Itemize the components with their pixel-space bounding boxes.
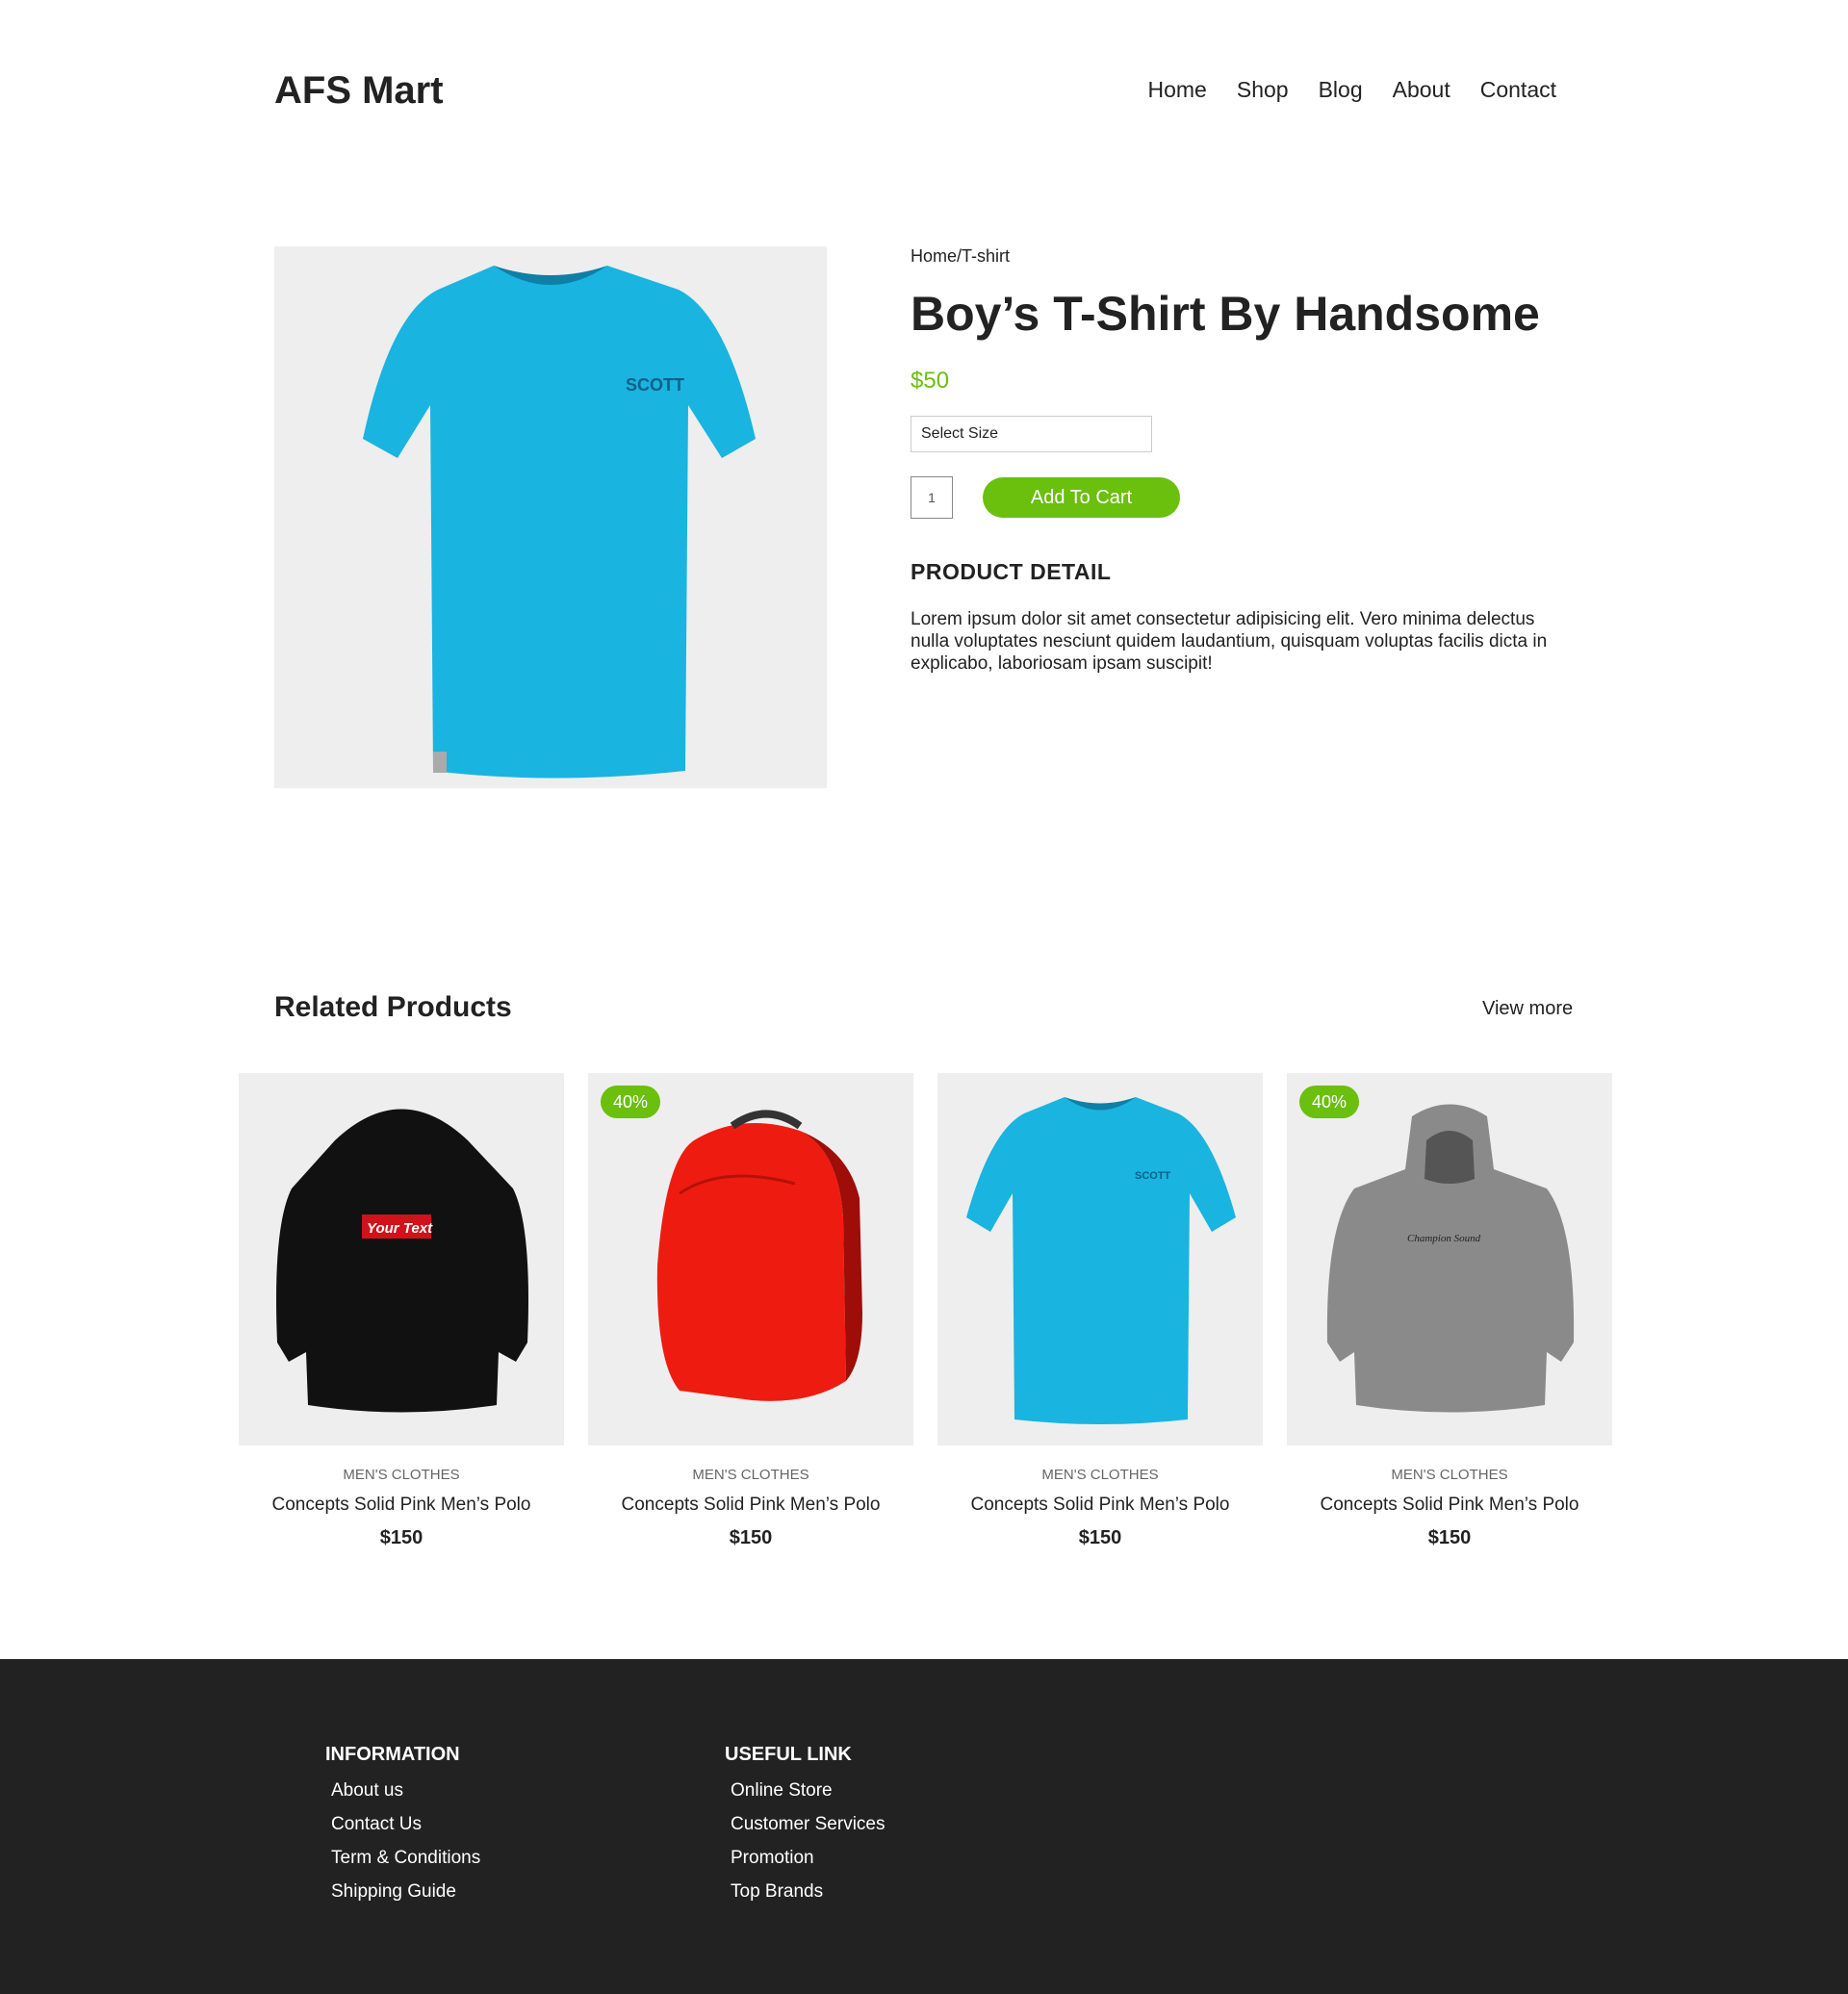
hoodie-print: Champion Sound (1407, 1233, 1481, 1244)
product-card-price: $150 (1427, 1527, 1472, 1548)
red-backpack-image (656, 1110, 862, 1401)
product-card[interactable]: SCOTT MEN'S CLOTHES Concepts Solid Pink … (937, 1073, 1263, 1549)
product-card[interactable]: Champion Sound 40% MEN'S CLOTHES Concept… (1287, 1073, 1612, 1549)
product-image: SCOTT (274, 246, 827, 788)
product-card-image[interactable]: 40% (588, 1073, 913, 1445)
footer-link-contact-us[interactable]: Contact Us (331, 1815, 480, 1833)
site-footer: INFORMATION About us Contact Us Term & C… (0, 1659, 1848, 1994)
product-card-category: MEN'S CLOTHES (692, 1467, 809, 1483)
product-card-name[interactable]: Concepts Solid Pink Men’s Polo (588, 1495, 913, 1516)
nav-contact[interactable]: Contact (1480, 77, 1556, 103)
footer-link-promotion[interactable]: Promotion (731, 1849, 886, 1867)
nav-blog[interactable]: Blog (1319, 77, 1363, 103)
product-card-image[interactable]: SCOTT (937, 1073, 1263, 1445)
product-card-name[interactable]: Concepts Solid Pink Men’s Polo (937, 1495, 1263, 1516)
footer-information: INFORMATION About us Contact Us Term & C… (325, 1744, 480, 1916)
footer-information-heading: INFORMATION (325, 1744, 460, 1765)
nav-about[interactable]: About (1393, 77, 1450, 103)
product-title: Boy’s T-Shirt By Handsome (911, 287, 1540, 341)
product-card[interactable]: 40% MEN'S CLOTHES Concepts Solid Pink Me… (588, 1073, 913, 1549)
product-price: $50 (911, 368, 950, 394)
nav-home[interactable]: Home (1148, 77, 1207, 103)
product-card-category: MEN'S CLOTHES (1391, 1467, 1508, 1483)
nav-shop[interactable]: Shop (1237, 77, 1289, 103)
discount-badge: 40% (1299, 1086, 1359, 1118)
footer-useful-heading: USEFUL LINK (725, 1744, 852, 1765)
blue-tshirt-image: SCOTT (363, 266, 756, 779)
product-info: Home/T-shirt Boy’s T-Shirt By Handsome $… (911, 246, 1584, 675)
main-nav: Home Shop Blog About Contact (1148, 77, 1557, 103)
product-card-image[interactable]: Your Text (239, 1073, 564, 1445)
site-logo[interactable]: AFS Mart (274, 69, 444, 113)
related-products-heading: Related Products (274, 991, 512, 1023)
cart-row: 1 Add To Cart (911, 476, 1584, 519)
footer-link-online-store[interactable]: Online Store (731, 1781, 886, 1800)
product-detail-heading: PRODUCT DETAIL (911, 559, 1112, 584)
product-card[interactable]: Your Text MEN'S CLOTHES Concepts Solid P… (239, 1073, 564, 1549)
tshirt-print: SCOTT (1135, 1170, 1171, 1182)
footer-link-about-us[interactable]: About us (331, 1781, 480, 1800)
tshirt-print: SCOTT (626, 375, 684, 395)
size-select[interactable]: Select Size (911, 416, 1152, 452)
product-card-category: MEN'S CLOTHES (1041, 1467, 1159, 1483)
product-card-image[interactable]: Champion Sound 40% (1287, 1073, 1612, 1445)
product-card-category: MEN'S CLOTHES (343, 1467, 460, 1483)
product-detail-text: Lorem ipsum dolor sit amet consectetur a… (911, 609, 1548, 674)
view-more-link[interactable]: View more (1482, 998, 1573, 1020)
product-card-price: $150 (1078, 1527, 1122, 1548)
related-products-list: Your Text MEN'S CLOTHES Concepts Solid P… (239, 1073, 1612, 1549)
product-card-name[interactable]: Concepts Solid Pink Men’s Polo (1287, 1495, 1612, 1516)
footer-link-terms[interactable]: Term & Conditions (331, 1849, 480, 1867)
black-hoodie-image: Your Text (276, 1109, 528, 1413)
breadcrumb[interactable]: Home/T-shirt (911, 246, 1584, 267)
quantity-input[interactable]: 1 (911, 476, 953, 519)
footer-useful-links: USEFUL LINK Online Store Customer Servic… (725, 1744, 886, 1916)
footer-link-shipping[interactable]: Shipping Guide (331, 1882, 480, 1901)
product-card-name[interactable]: Concepts Solid Pink Men’s Polo (239, 1495, 564, 1516)
discount-badge: 40% (601, 1086, 660, 1118)
hoodie-print: Your Text (367, 1220, 433, 1237)
product-card-price: $150 (379, 1527, 424, 1548)
product-card-price: $150 (729, 1527, 773, 1548)
grey-hoodie-image: Champion Sound (1326, 1104, 1575, 1413)
blue-tshirt-image: SCOTT (966, 1097, 1236, 1424)
add-to-cart-button[interactable]: Add To Cart (983, 477, 1180, 518)
footer-link-top-brands[interactable]: Top Brands (731, 1882, 886, 1901)
footer-link-customer-services[interactable]: Customer Services (731, 1815, 886, 1833)
